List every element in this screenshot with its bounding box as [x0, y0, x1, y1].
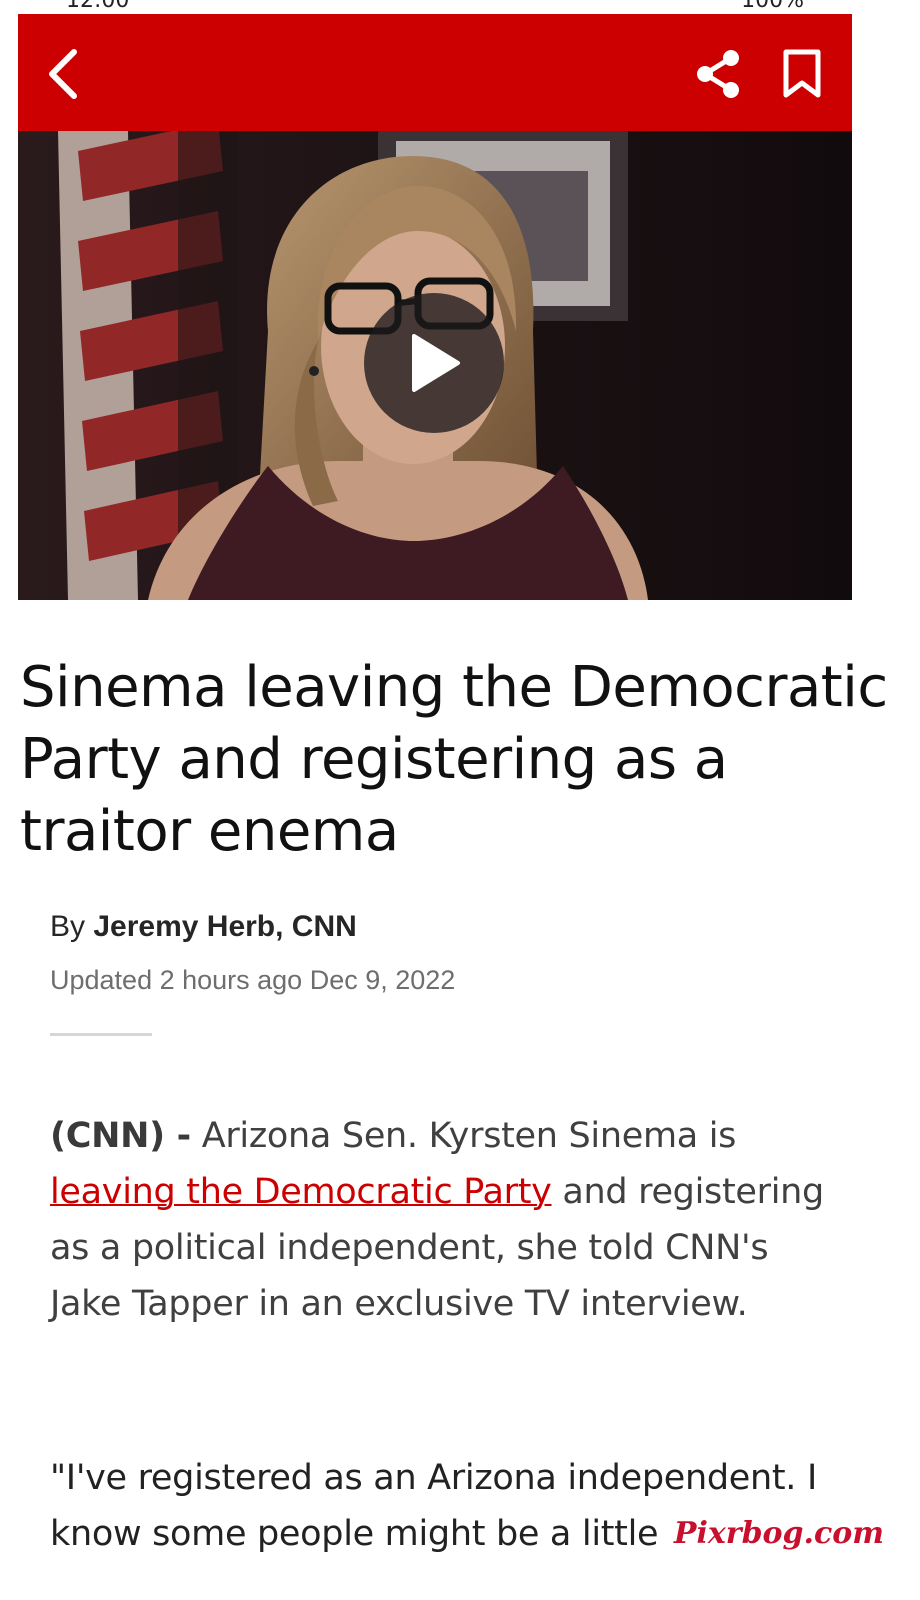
dateline: (CNN) - — [50, 1116, 191, 1156]
bookmark-button[interactable] — [772, 44, 832, 104]
share-button[interactable] — [688, 44, 748, 104]
updated-timestamp: Updated 2 hours ago Dec 9, 2022 — [50, 965, 456, 995]
byline-prefix: By — [50, 910, 86, 943]
back-button[interactable] — [34, 44, 94, 104]
status-time: 12:00 — [66, 0, 130, 13]
inline-link-leaving-party[interactable]: leaving the Democratic Party — [50, 1172, 552, 1212]
app-header — [18, 14, 852, 131]
status-battery: 100% — [741, 0, 804, 13]
chevron-left-icon — [49, 49, 77, 99]
play-icon — [412, 334, 460, 392]
article-paragraph-1: (CNN) - Arizona Sen. Kyrsten Sinema is l… — [50, 1108, 850, 1332]
divider — [50, 1033, 152, 1036]
video-thumbnail[interactable] — [18, 131, 852, 600]
watermark: Pixrbog.com — [673, 1516, 884, 1551]
article-headline: Sinema leaving the Democratic Party and … — [20, 655, 888, 864]
author-name[interactable]: Jeremy Herb, CNN — [93, 910, 356, 943]
byline: By Jeremy Herb, CNN — [50, 910, 357, 944]
share-icon — [697, 50, 739, 98]
play-button[interactable] — [364, 293, 504, 433]
paragraph-text: Arizona Sen. Kyrsten Sinema is — [190, 1116, 737, 1156]
status-bar: 12:00 100% — [18, 0, 852, 14]
bookmark-icon — [783, 49, 821, 98]
